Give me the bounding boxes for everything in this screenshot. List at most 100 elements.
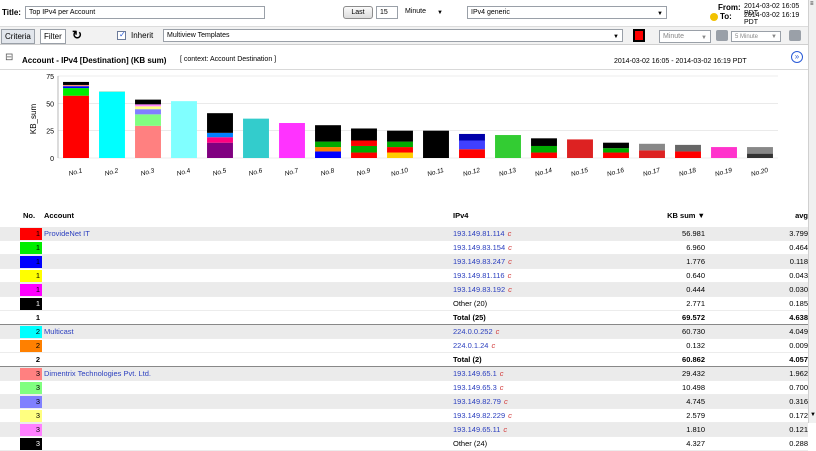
bar-segment[interactable] — [747, 147, 773, 154]
context-icon[interactable]: c — [508, 257, 512, 266]
bar-segment[interactable] — [243, 119, 269, 158]
ipv4-value[interactable]: 193.149.83.154c — [453, 241, 512, 254]
bar-segment[interactable] — [135, 114, 161, 125]
bar-segment[interactable] — [63, 96, 89, 158]
bar-segment[interactable] — [207, 133, 233, 137]
bar-segment[interactable] — [135, 104, 161, 106]
total-row[interactable]: 2Total (2)60.8624.057 — [0, 353, 808, 367]
bar-segment[interactable] — [207, 143, 233, 158]
bar-segment[interactable] — [135, 109, 161, 114]
ipv4-value[interactable]: 193.149.83.247c — [453, 255, 512, 268]
context-icon[interactable]: c — [508, 271, 512, 280]
table-row[interactable]: 3Other (24)4.3270.288 — [0, 437, 808, 451]
tab-filter[interactable]: Filter — [40, 29, 66, 44]
ipv4-value[interactable]: 224.0.1.24c — [453, 339, 495, 352]
bar-segment[interactable] — [351, 146, 377, 153]
bar-segment[interactable] — [207, 113, 233, 133]
tab-criteria[interactable]: Criteria — [1, 29, 35, 44]
bar-segment[interactable] — [459, 134, 485, 141]
bar-segment[interactable] — [351, 153, 377, 158]
bar-segment[interactable] — [603, 143, 629, 148]
context-icon[interactable]: c — [508, 243, 512, 252]
context-icon[interactable]: c — [500, 383, 504, 392]
bar-segment[interactable] — [675, 145, 701, 152]
context-icon[interactable]: c — [496, 327, 500, 336]
ipv4-value[interactable]: 193.149.82.229c — [453, 409, 512, 422]
total-row[interactable]: 1Total (25)69.5724.638 — [0, 311, 808, 325]
bar-segment[interactable] — [63, 88, 89, 96]
collapse-icon[interactable]: ⊟ — [5, 52, 13, 63]
scroll-down-icon[interactable]: ▼ — [810, 412, 816, 418]
table-row[interactable]: 2224.0.1.24c0.1320.009 — [0, 339, 808, 353]
granularity-select[interactable]: Minute ▼ — [659, 30, 711, 43]
bar-segment[interactable] — [135, 106, 161, 109]
bar-segment[interactable] — [423, 131, 449, 158]
bar-segment[interactable] — [387, 147, 413, 152]
context-icon[interactable]: c — [508, 229, 512, 238]
table-row[interactable]: 2Multicast224.0.0.252c60.7304.049 — [0, 325, 808, 339]
bar-segment[interactable] — [531, 153, 557, 158]
chart-type-icon[interactable] — [716, 30, 728, 41]
inherit-checkbox[interactable]: ✓ — [117, 31, 126, 40]
template-select[interactable]: IPv4 generic ▼ — [467, 6, 667, 19]
export-icon[interactable] — [789, 30, 801, 41]
col-ipv4[interactable]: IPv4 — [453, 211, 468, 220]
bar-segment[interactable] — [135, 100, 161, 105]
interval-select[interactable]: 5 Minute ▼ — [731, 31, 781, 42]
table-row[interactable]: 3193.149.65.11c1.8100.121 — [0, 423, 808, 437]
bar-segment[interactable] — [531, 138, 557, 146]
ipv4-value[interactable]: 224.0.0.252c — [453, 325, 499, 338]
ipv4-value[interactable]: 193.149.82.79c — [453, 395, 508, 408]
title-input[interactable]: Top IPv4 per Account — [25, 6, 265, 19]
multiview-select[interactable]: Multiview Templates ▼ — [163, 29, 623, 42]
bar-segment[interactable] — [207, 137, 233, 142]
account-link[interactable]: Multicast — [44, 325, 74, 338]
ipv4-value[interactable]: 193.149.81.116c — [453, 269, 511, 282]
col-account[interactable]: Account — [44, 211, 74, 220]
table-row[interactable]: 1193.149.83.154c6.9600.464 — [0, 241, 808, 255]
table-row[interactable]: 3193.149.82.79c4.7450.316 — [0, 395, 808, 409]
color-swatch-icon[interactable] — [633, 29, 645, 42]
context-icon[interactable]: c — [508, 411, 512, 420]
table-row[interactable]: 1Other (20)2.7710.185 — [0, 297, 808, 311]
bar-segment[interactable] — [135, 126, 161, 158]
account-link[interactable]: ProvideNet IT — [44, 227, 90, 240]
refresh-icon[interactable]: ↻ — [72, 28, 82, 42]
col-no[interactable]: No. — [23, 211, 35, 220]
table-row[interactable]: 1193.149.83.192c0.4440.030 — [0, 283, 808, 297]
context-icon[interactable]: c — [504, 397, 508, 406]
account-link[interactable]: Dimentrix Technologies Pvt. Ltd. — [44, 367, 151, 380]
bar-segment[interactable] — [459, 149, 485, 158]
ipv4-value[interactable]: 193.149.65.1c — [453, 367, 504, 380]
last-count-input[interactable]: 15 — [376, 6, 398, 19]
table-row[interactable]: 1193.149.81.116c0.6400.043 — [0, 269, 808, 283]
bar-segment[interactable] — [315, 147, 341, 151]
last-button[interactable]: Last — [343, 6, 373, 19]
bar-segment[interactable] — [315, 151, 341, 158]
ipv4-value[interactable]: 193.149.65.3c — [453, 381, 504, 394]
bar-segment[interactable] — [639, 150, 665, 158]
bar-segment[interactable] — [351, 141, 377, 146]
bar-segment[interactable] — [711, 147, 737, 158]
bar-segment[interactable] — [99, 92, 125, 158]
ipv4-value[interactable]: 193.149.65.11c — [453, 423, 507, 436]
bar-segment[interactable] — [351, 128, 377, 140]
col-avg[interactable]: avg — [708, 211, 808, 220]
bar-segment[interactable] — [387, 153, 413, 158]
context-icon[interactable]: c — [500, 369, 504, 378]
bar-segment[interactable] — [531, 146, 557, 153]
vertical-scrollbar[interactable]: ≡ ▼ — [808, 0, 816, 423]
col-kb-sum[interactable]: KB sum ▼ — [600, 211, 705, 220]
context-icon[interactable]: c — [503, 425, 507, 434]
table-row[interactable]: 1193.149.83.247c1.7760.118 — [0, 255, 808, 269]
scroll-up-icon[interactable]: ≡ — [810, 1, 814, 7]
bar-segment[interactable] — [387, 142, 413, 147]
bar-segment[interactable] — [747, 154, 773, 158]
bar-segment[interactable] — [63, 82, 89, 85]
bar-segment[interactable] — [63, 86, 89, 88]
bar-segment[interactable] — [495, 135, 521, 158]
unit-select[interactable]: Minute ▼ — [402, 6, 446, 19]
bar-segment[interactable] — [675, 151, 701, 158]
bar-segment[interactable] — [315, 125, 341, 141]
table-row[interactable]: 3193.149.65.3c10.4980.700 — [0, 381, 808, 395]
